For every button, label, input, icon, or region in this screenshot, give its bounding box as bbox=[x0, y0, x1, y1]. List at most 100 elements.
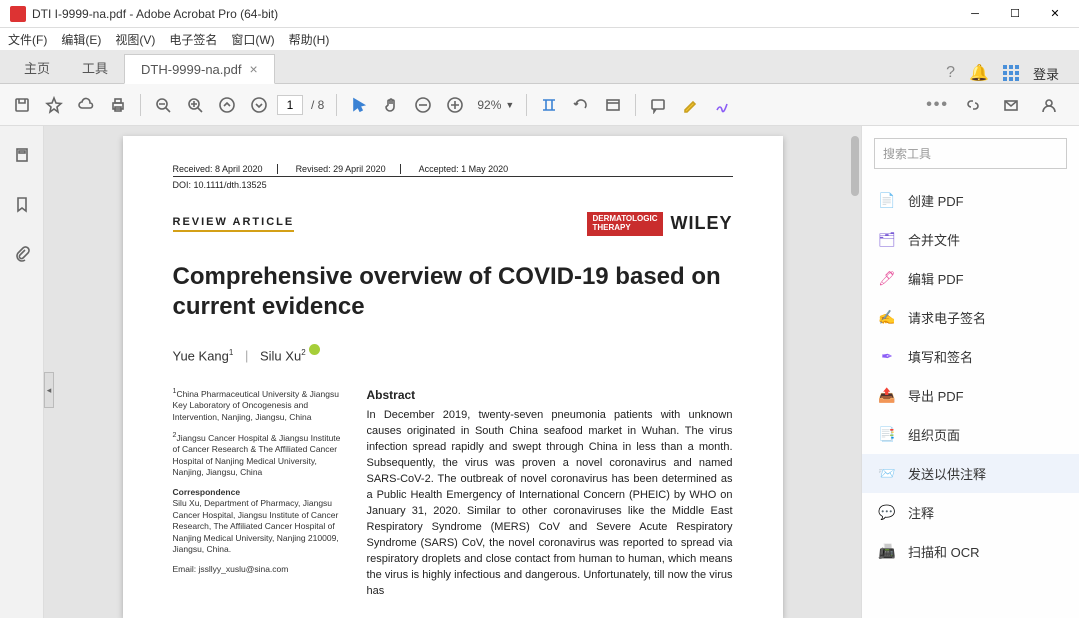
help-icon[interactable]: ? bbox=[946, 64, 955, 82]
page-up-icon[interactable] bbox=[213, 91, 241, 119]
menu-file[interactable]: 文件(F) bbox=[8, 31, 47, 48]
header-row: REVIEW ARTICLE DERMATOLOGICTHERAPY WILEY bbox=[173, 212, 733, 236]
highlight-icon[interactable] bbox=[676, 91, 704, 119]
abstract-heading: Abstract bbox=[367, 387, 733, 404]
zoom-in-icon[interactable] bbox=[181, 91, 209, 119]
left-navbar bbox=[0, 126, 44, 618]
read-mode-icon[interactable] bbox=[599, 91, 627, 119]
minimize-button[interactable]: ─ bbox=[955, 1, 995, 27]
menu-esign[interactable]: 电子签名 bbox=[169, 31, 217, 48]
authors: Yue Kang1 | Silu Xu2 bbox=[173, 344, 733, 363]
orcid-icon bbox=[309, 344, 320, 355]
thumbnails-icon[interactable] bbox=[13, 146, 31, 169]
separator bbox=[526, 94, 527, 116]
tool-comment[interactable]: 💬注释 bbox=[862, 493, 1079, 532]
separator bbox=[140, 94, 141, 116]
tool-send-comment[interactable]: 📨发送以供注释 bbox=[862, 454, 1079, 493]
link-icon[interactable] bbox=[959, 91, 987, 119]
article-title: Comprehensive overview of COVID-19 based… bbox=[173, 262, 733, 322]
tab-document[interactable]: DTH-9999-na.pdf × bbox=[124, 54, 275, 84]
save-icon[interactable] bbox=[8, 91, 36, 119]
left-collapse-handle[interactable]: ◂ bbox=[44, 372, 54, 408]
tools-panel: 搜索工具 📄创建 PDF 🗂合并文件 🖊编辑 PDF ✍请求电子签名 ✒填写和签… bbox=[861, 126, 1079, 618]
organize-icon: 📑 bbox=[878, 426, 896, 444]
tool-organize[interactable]: 📑组织页面 bbox=[862, 415, 1079, 454]
menubar: 文件(F) 编辑(E) 视图(V) 电子签名 窗口(W) 帮助(H) bbox=[0, 28, 1079, 50]
menu-edit[interactable]: 编辑(E) bbox=[61, 31, 101, 48]
author-1: Yue Kang bbox=[173, 348, 229, 363]
attachment-icon[interactable] bbox=[13, 244, 31, 267]
titlebar: DTI I-9999-na.pdf - Adobe Acrobat Pro (6… bbox=[0, 0, 1079, 28]
wiley-logo: WILEY bbox=[671, 213, 733, 234]
tab-home[interactable]: 主页 bbox=[8, 52, 66, 83]
affiliations: 1China Pharmaceutical University & Jiang… bbox=[173, 387, 343, 600]
zoom-plus-icon[interactable] bbox=[441, 91, 469, 119]
print-icon[interactable] bbox=[104, 91, 132, 119]
tool-create-pdf[interactable]: 📄创建 PDF bbox=[862, 181, 1079, 220]
toolbar: / 8 92%▼ ••• bbox=[0, 84, 1079, 126]
publisher-brand: DERMATOLOGICTHERAPY WILEY bbox=[587, 212, 732, 236]
zoom-out-icon[interactable] bbox=[149, 91, 177, 119]
tool-edit-pdf[interactable]: 🖊编辑 PDF bbox=[862, 259, 1079, 298]
tool-request-sign[interactable]: ✍请求电子签名 bbox=[862, 298, 1079, 337]
app-icon bbox=[10, 6, 26, 22]
maximize-button[interactable]: ☐ bbox=[995, 1, 1035, 27]
search-tools-input[interactable]: 搜索工具 bbox=[874, 138, 1067, 169]
article-dates: Received: 8 April 2020 Revised: 29 April… bbox=[173, 164, 733, 177]
bookmark-icon[interactable] bbox=[13, 195, 31, 218]
revised-date: Revised: 29 April 2020 bbox=[296, 164, 401, 174]
tool-export-pdf[interactable]: 📤导出 PDF bbox=[862, 376, 1079, 415]
pdf-page: Received: 8 April 2020 Revised: 29 April… bbox=[123, 136, 783, 618]
star-icon[interactable] bbox=[40, 91, 68, 119]
journal-badge: DERMATOLOGICTHERAPY bbox=[587, 212, 662, 236]
export-pdf-icon: 📤 bbox=[878, 387, 896, 405]
received-date: Received: 8 April 2020 bbox=[173, 164, 278, 174]
scrollbar-thumb[interactable] bbox=[851, 136, 859, 196]
combine-icon: 🗂 bbox=[878, 231, 896, 249]
abstract: Abstract In December 2019, twenty-seven … bbox=[367, 387, 733, 600]
page-down-icon[interactable] bbox=[245, 91, 273, 119]
window-title: DTI I-9999-na.pdf - Adobe Acrobat Pro (6… bbox=[32, 7, 955, 21]
hand-icon[interactable] bbox=[377, 91, 405, 119]
accepted-date: Accepted: 1 May 2020 bbox=[419, 164, 523, 174]
tool-combine[interactable]: 🗂合并文件 bbox=[862, 220, 1079, 259]
pointer-icon[interactable] bbox=[345, 91, 373, 119]
tool-scan-ocr[interactable]: 📠扫描和 OCR bbox=[862, 532, 1079, 571]
menu-view[interactable]: 视图(V) bbox=[115, 31, 155, 48]
window-controls: ─ ☐ ✕ bbox=[955, 1, 1075, 27]
cloud-icon[interactable] bbox=[72, 91, 100, 119]
profile-icon[interactable] bbox=[1035, 91, 1063, 119]
mail-icon[interactable] bbox=[997, 91, 1025, 119]
sign-icon[interactable] bbox=[708, 91, 736, 119]
apps-icon[interactable] bbox=[1003, 65, 1019, 81]
zoom-value[interactable]: 92%▼ bbox=[473, 98, 518, 112]
tab-close-icon[interactable]: × bbox=[249, 61, 257, 77]
tab-tools[interactable]: 工具 bbox=[66, 52, 124, 83]
close-button[interactable]: ✕ bbox=[1035, 1, 1075, 27]
article-body: 1China Pharmaceutical University & Jiang… bbox=[173, 387, 733, 600]
bell-icon[interactable]: 🔔 bbox=[969, 63, 989, 83]
fit-width-icon[interactable] bbox=[535, 91, 563, 119]
comment-tool-icon: 💬 bbox=[878, 504, 896, 522]
request-sign-icon: ✍ bbox=[878, 309, 896, 327]
article-type: REVIEW ARTICLE bbox=[173, 216, 295, 232]
scan-ocr-icon: 📠 bbox=[878, 543, 896, 561]
fill-sign-icon: ✒ bbox=[878, 348, 896, 366]
document-viewport[interactable]: ◂ Received: 8 April 2020 Revised: 29 Apr… bbox=[44, 126, 861, 618]
doi: DOI: 10.1111/dth.13525 bbox=[173, 180, 733, 190]
rotate-icon[interactable] bbox=[567, 91, 595, 119]
abstract-text: In December 2019, twenty-seven pneumonia… bbox=[367, 408, 733, 599]
page-number-input[interactable] bbox=[277, 95, 303, 115]
more-icon[interactable]: ••• bbox=[926, 96, 949, 114]
menu-help[interactable]: 帮助(H) bbox=[289, 31, 330, 48]
content-area: ◂ Received: 8 April 2020 Revised: 29 Apr… bbox=[0, 126, 1079, 618]
tabbar-right: ? 🔔 登录 bbox=[946, 63, 1071, 83]
separator bbox=[336, 94, 337, 116]
menu-window[interactable]: 窗口(W) bbox=[231, 31, 274, 48]
tabbar: 主页 工具 DTH-9999-na.pdf × ? 🔔 登录 bbox=[0, 50, 1079, 84]
login-link[interactable]: 登录 bbox=[1033, 64, 1059, 83]
zoom-minus-icon[interactable] bbox=[409, 91, 437, 119]
comment-icon[interactable] bbox=[644, 91, 672, 119]
tool-fill-sign[interactable]: ✒填写和签名 bbox=[862, 337, 1079, 376]
page-total: / 8 bbox=[307, 98, 328, 112]
